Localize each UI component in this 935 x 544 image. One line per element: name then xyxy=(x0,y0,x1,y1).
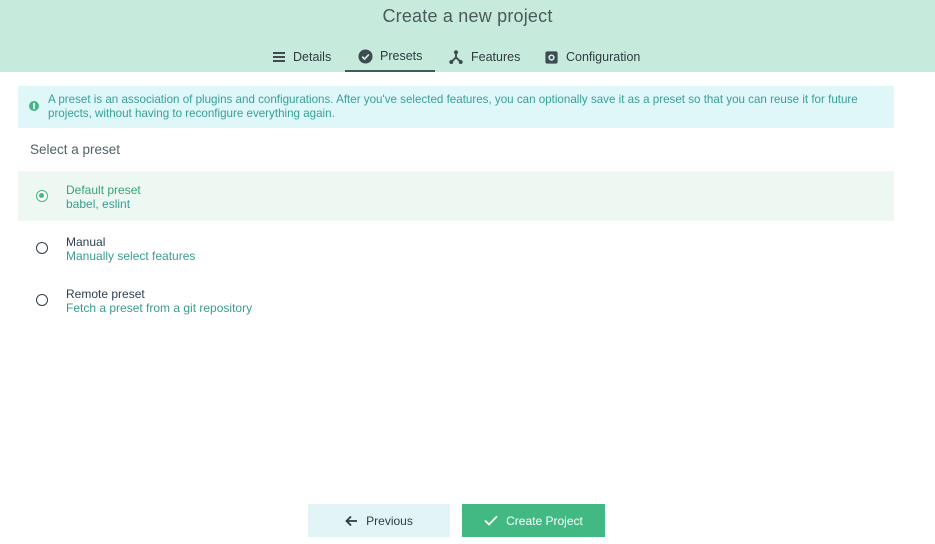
tab-features[interactable]: Features xyxy=(448,42,520,72)
check-circle-icon xyxy=(358,48,373,64)
preset-description: Manually select features xyxy=(66,249,196,263)
previous-button[interactable]: Previous xyxy=(308,504,450,537)
preset-option-manual[interactable]: Manual Manually select features xyxy=(18,223,894,273)
tab-presets[interactable]: Presets xyxy=(345,42,436,72)
check-icon xyxy=(484,515,498,526)
header-bar: Create a new project Details Presets Fea… xyxy=(0,0,935,72)
preset-name: Manual xyxy=(66,235,106,249)
list-icon xyxy=(273,52,285,62)
gear-icon xyxy=(545,50,558,64)
branch-icon xyxy=(449,49,463,64)
radio-button-selected[interactable] xyxy=(36,190,48,202)
radio-button[interactable] xyxy=(36,294,48,306)
previous-button-label: Previous xyxy=(366,513,413,528)
create-project-button[interactable]: Create Project xyxy=(462,504,605,537)
preset-description: babel, eslint xyxy=(66,197,131,211)
preset-option-remote[interactable]: Remote preset Fetch a preset from a git … xyxy=(18,275,894,325)
preset-description: Fetch a preset from a git repository xyxy=(66,301,253,315)
info-text: A preset is an association of plugins an… xyxy=(48,93,858,120)
preset-name: Remote preset xyxy=(66,287,145,301)
preset-name: Default preset xyxy=(66,183,141,197)
preset-section-label: Select a preset xyxy=(30,142,121,157)
tab-configuration-label: Configuration xyxy=(566,50,641,64)
preset-option-default[interactable]: Default preset babel, eslint xyxy=(18,171,894,221)
page-title: Create a new project xyxy=(382,6,553,26)
info-icon xyxy=(29,101,39,111)
tab-configuration[interactable]: Configuration xyxy=(544,42,640,72)
tab-details[interactable]: Details xyxy=(272,42,331,72)
radio-button[interactable] xyxy=(36,242,48,254)
tab-features-label: Features xyxy=(471,50,521,64)
tab-bar: Details Presets Features Configuration xyxy=(0,42,935,72)
arrow-left-icon xyxy=(345,515,358,526)
tab-presets-label: Presets xyxy=(380,49,423,63)
create-project-button-label: Create Project xyxy=(506,513,583,528)
info-banner: A preset is an association of plugins an… xyxy=(18,86,894,128)
tab-details-label: Details xyxy=(293,50,332,64)
